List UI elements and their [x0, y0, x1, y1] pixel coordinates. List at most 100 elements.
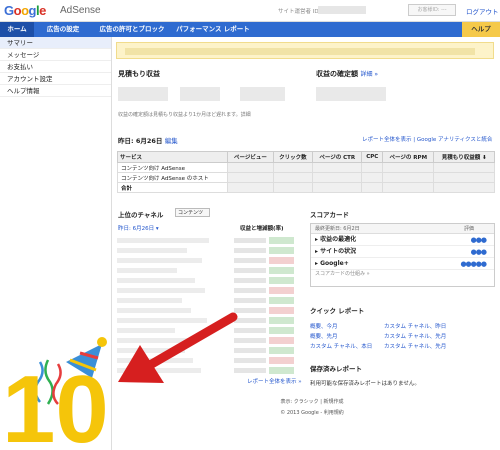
service-name: コンテンツ向け AdSense のホスト [117, 172, 228, 183]
table-cell [361, 182, 384, 193]
logo-letter: G [4, 3, 14, 18]
channel-name[interactable] [117, 358, 193, 363]
tab-home[interactable]: ホーム [0, 22, 34, 37]
scorecard-updated: 最終更新日: 6月2日 [315, 226, 360, 232]
top-header: Google AdSense サイト運営者 ID お客様ID: --- ログアウ… [0, 0, 500, 22]
display-toggle[interactable]: 表示: クラシック | 新規作成 [252, 398, 372, 405]
channel-name[interactable] [117, 298, 182, 303]
quick-report-link[interactable]: 概要、先月 [310, 332, 338, 340]
tab-ad-settings[interactable]: 広告の設定 [34, 22, 92, 37]
earnings-value [180, 87, 220, 101]
notice-banner [116, 42, 494, 59]
yesterday-label: 昨日: 6月26日 編集 [118, 135, 178, 145]
channel-revenue [234, 338, 266, 343]
channel-revenue [234, 278, 266, 283]
google-logo: Google [4, 3, 46, 18]
account-button[interactable]: お客様ID: --- [408, 4, 456, 16]
quick-report-link[interactable]: カスタム チャネル、昨日 [384, 322, 446, 330]
channel-change-bar [269, 347, 294, 354]
channel-row [117, 237, 297, 244]
channel-revenue [234, 328, 266, 333]
table-cell [312, 172, 363, 183]
channel-change-bar [269, 327, 294, 334]
table-cell [312, 162, 363, 173]
quick-report-link[interactable]: 概要、今月 [310, 322, 338, 330]
service-name: コンテンツ向け AdSense [117, 162, 228, 173]
channel-type-select[interactable]: コンテンツ [175, 208, 210, 217]
channel-row [117, 317, 297, 324]
column-header[interactable]: ページビュー [227, 151, 274, 163]
channel-change-bar [269, 247, 294, 254]
scorecard-how-link[interactable]: スコアカードの仕組み » [311, 270, 494, 279]
yesterday-date: 昨日: 6月26日 [118, 137, 163, 145]
report-links[interactable]: レポート全体を表示 | Google アナリティクスと統合 [362, 135, 492, 143]
channels-view-all-link[interactable]: レポート全体を表示 » [247, 377, 302, 385]
column-header[interactable]: クリック数 [272, 151, 314, 163]
sidebar-item-help[interactable]: ヘルプ情報 [0, 85, 111, 97]
channel-name[interactable] [117, 368, 201, 373]
saved-reports-empty: 利用可能な保存済みレポートはありません。 [310, 381, 420, 387]
scorecard-header: 最終更新日: 6月2日 評価 [311, 224, 494, 234]
channel-name[interactable] [117, 248, 187, 253]
channel-row [117, 367, 297, 374]
channel-revenue [234, 308, 266, 313]
confirmed-title-text: 収益の確定額 [316, 70, 358, 78]
copyright: © 2013 Google - 利用規約 [280, 410, 344, 416]
sidebar-item-summary[interactable]: サマリー [0, 37, 111, 49]
table-row-total: 合計 [117, 182, 495, 193]
estimated-earnings-title: 見積もり収益 [118, 70, 160, 78]
tab-performance[interactable]: パフォーマンス レポート [172, 22, 254, 37]
logout-link[interactable]: ログアウト [466, 6, 499, 16]
quick-report-link[interactable]: カスタム チャネル、先月 [384, 332, 446, 340]
column-header[interactable]: ページの CTR [312, 151, 363, 163]
channel-row [117, 267, 297, 274]
channel-name[interactable] [117, 278, 195, 283]
scorecard-row-site-health[interactable]: ▸ サイトの状況 ●●● [311, 246, 494, 258]
services-table: サービス ページビュー クリック数 ページの CTR CPC ページの RPM … [117, 151, 495, 193]
channel-row [117, 277, 297, 284]
confirmed-detail-link[interactable]: 詳細 » [360, 71, 378, 78]
table-cell [382, 182, 435, 193]
scorecard-row-optimization[interactable]: ▸ 収益の最適化 ●●● [311, 234, 494, 246]
channel-name[interactable] [117, 308, 191, 313]
scorecard-row-google-plus[interactable]: ▸ Google+ ●●●●● [311, 258, 494, 270]
channel-name[interactable] [117, 318, 207, 323]
channel-name[interactable] [117, 328, 175, 333]
scorecard-row-label: サイトの状況 [320, 248, 357, 255]
confirmed-value [316, 87, 386, 101]
publisher-id-label: サイト運営者 ID [278, 9, 319, 15]
channel-row [117, 257, 297, 264]
channel-name[interactable] [117, 288, 205, 293]
channel-change-bar [269, 277, 294, 284]
saved-reports-title: 保存済みレポート [310, 365, 362, 373]
sidebar-item-payments[interactable]: お支払い [0, 61, 111, 73]
channel-change-bar [269, 267, 294, 274]
column-header[interactable]: 見積もり収益額 ⬇ [433, 151, 495, 163]
channel-name[interactable] [117, 238, 209, 243]
quick-report-link[interactable]: カスタム チャネル、先月 [384, 342, 446, 350]
sidebar-item-messages[interactable]: メッセージ [0, 49, 111, 61]
channel-name[interactable] [117, 268, 177, 273]
tab-allow-block[interactable]: 広告の許可とブロック [92, 22, 172, 37]
channel-name[interactable] [117, 338, 197, 343]
sidebar-item-account[interactable]: アカウント設定 [0, 73, 111, 85]
help-button[interactable]: ヘルプ [462, 22, 500, 37]
channel-date-select[interactable]: 昨日: 6月26日 ▾ [118, 224, 159, 232]
table-cell [227, 182, 274, 193]
channel-row [117, 287, 297, 294]
channel-revenue [234, 298, 266, 303]
table-cell [272, 162, 314, 173]
channel-name[interactable] [117, 348, 185, 353]
column-header[interactable]: ページの RPM [382, 151, 435, 163]
scorecard-row-label: Google+ [320, 260, 349, 267]
edit-link[interactable]: 編集 [165, 137, 178, 145]
channel-name[interactable] [117, 258, 202, 263]
quick-report-link[interactable]: カスタム チャネル、本日 [310, 342, 372, 350]
earnings-note: 収益の確定額は見積もり収益より1か月ほど遅れます。詳細 [118, 112, 251, 118]
badge-number: 10 [2, 356, 109, 450]
scorecard-title: スコアカード [310, 211, 349, 219]
channel-revenue [234, 258, 266, 263]
table-cell [312, 182, 363, 193]
column-header[interactable]: CPC [361, 151, 384, 163]
logo-letter: o [21, 3, 29, 18]
